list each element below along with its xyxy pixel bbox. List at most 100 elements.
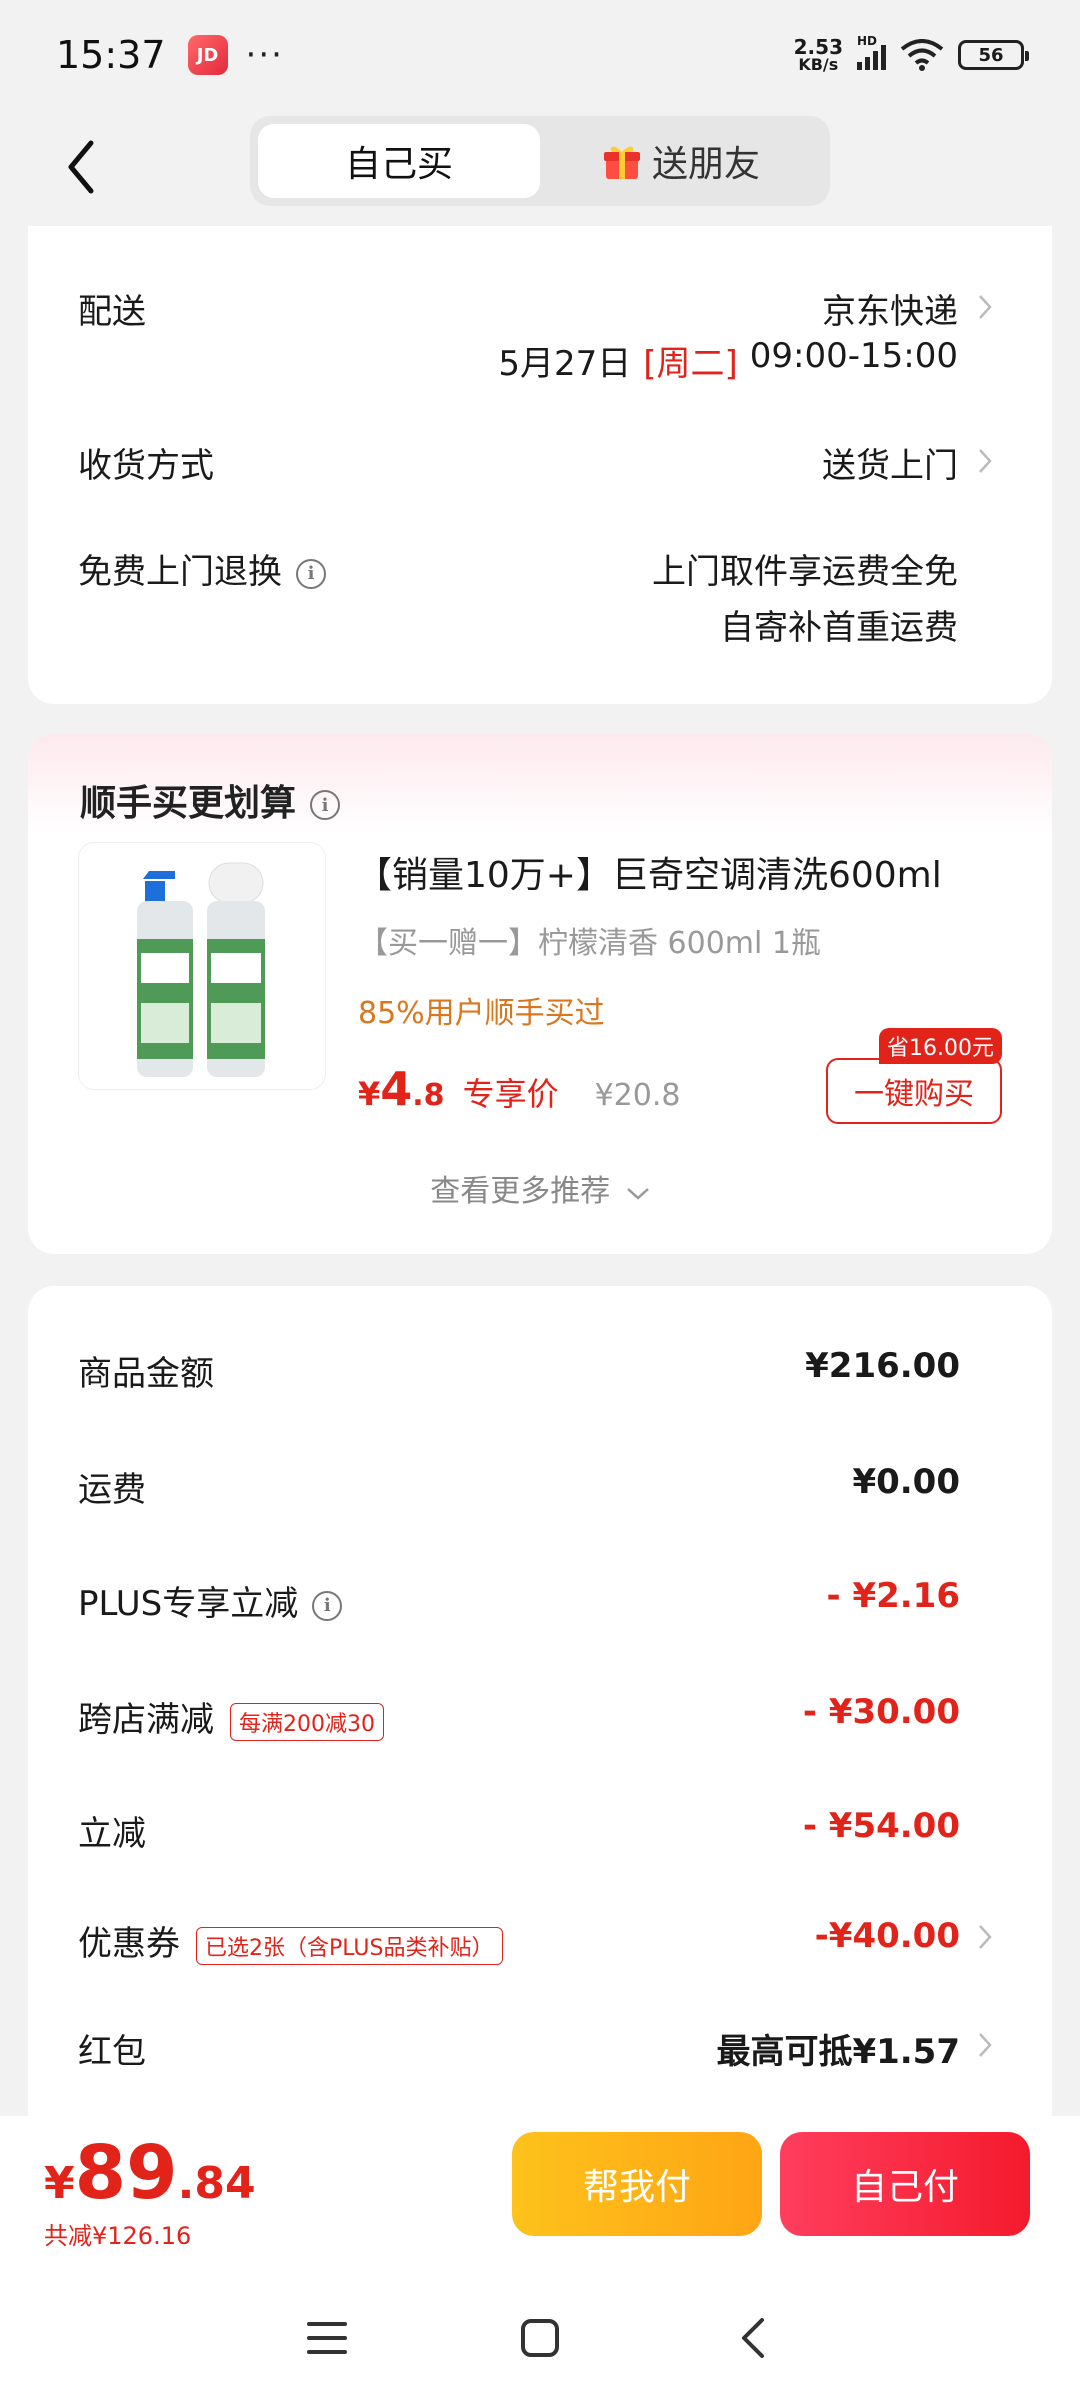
tab-send-friend[interactable]: 送朋友 bbox=[540, 124, 822, 198]
battery-icon: 56 bbox=[958, 40, 1029, 70]
coupon-value: -¥40.00 bbox=[814, 1916, 960, 1956]
coupon-row[interactable]: 优惠券 已选2张（含PLUS品类补贴） -¥40.00 bbox=[28, 1906, 1052, 1966]
free-return-label: 免费上门退换 bbox=[78, 552, 282, 592]
back-button[interactable] bbox=[50, 132, 110, 202]
tab-send-friend-label: 送朋友 bbox=[651, 144, 760, 185]
freight-label: 运费 bbox=[78, 1470, 146, 1510]
product-name[interactable]: 【销量10万+】巨奇空调清洗600ml bbox=[356, 846, 942, 898]
shipping-label: 配送 bbox=[78, 292, 146, 332]
free-return-row: 免费上门退换 i bbox=[78, 544, 326, 593]
freight-row: 运费 ¥0.00 bbox=[28, 1452, 1052, 1512]
free-return-line1: 上门取件享运费全免 bbox=[652, 552, 958, 592]
gift-icon bbox=[603, 146, 640, 179]
home-button[interactable] bbox=[510, 2308, 570, 2368]
cross-store-row: 跨店满减 每满200减30 - ¥30.00 bbox=[28, 1682, 1052, 1742]
info-icon[interactable]: i bbox=[312, 1590, 343, 1621]
back-arrow-icon bbox=[68, 140, 94, 194]
free-return-line2: 自寄补首重运费 bbox=[720, 608, 958, 648]
plus-discount-label-wrap: PLUS专享立减 i bbox=[78, 1576, 343, 1625]
menu-button[interactable] bbox=[297, 2308, 357, 2368]
status-bar: 15:37 JD ··· 2.53 KB/s HD 56 bbox=[0, 0, 1080, 110]
freight-value: ¥0.00 bbox=[852, 1462, 960, 1502]
cross-store-tag: 每满200减30 bbox=[230, 1702, 384, 1741]
social-proof: 85%用户顺手买过 bbox=[358, 996, 605, 1031]
red-packet-value: 最高可抵¥1.57 bbox=[716, 2032, 960, 2072]
shipping-schedule[interactable]: 5月27日 [周二] 09:00-15:00 bbox=[498, 336, 958, 385]
goods-amount-label: 商品金额 bbox=[78, 1354, 214, 1394]
more-recommendations-link[interactable]: 查看更多推荐 bbox=[28, 1166, 1052, 1210]
friend-pay-button[interactable]: 帮我付 bbox=[512, 2132, 762, 2236]
receive-method-value[interactable]: 送货上门 bbox=[822, 438, 958, 487]
status-time: 15:37 bbox=[56, 33, 166, 77]
total-price: ¥ 89 .84 bbox=[44, 2130, 256, 2216]
price-decimal: .8 bbox=[412, 1078, 445, 1113]
home-square-icon bbox=[520, 2319, 559, 2357]
instant-discount-label: 立减 bbox=[78, 1814, 146, 1854]
cross-store-label-wrap: 跨店满减 每满200减30 bbox=[78, 1692, 384, 1741]
tab-buy-self-label: 自己买 bbox=[344, 144, 453, 185]
more-notifications-icon: ··· bbox=[245, 35, 284, 75]
product-spec[interactable]: 【买一赠一】柠檬清香 600ml 1瓶 bbox=[358, 918, 821, 962]
plus-discount-value: - ¥2.16 bbox=[826, 1576, 961, 1616]
price-integer: 4 bbox=[380, 1062, 413, 1116]
shipping-chevron-icon[interactable] bbox=[974, 290, 996, 324]
original-price: ¥20.8 bbox=[594, 1078, 681, 1113]
jd-app-icon: JD bbox=[187, 35, 228, 75]
total-symbol: ¥ bbox=[44, 2158, 75, 2209]
instant-discount-row: 立减 - ¥54.00 bbox=[28, 1796, 1052, 1856]
header: 自己买 送朋友 bbox=[0, 110, 1080, 230]
nav-back-icon bbox=[742, 2318, 765, 2358]
one-click-buy-button[interactable]: 一键购买 bbox=[826, 1058, 1002, 1124]
cross-store-value: - ¥30.00 bbox=[802, 1692, 960, 1732]
goods-amount-row: 商品金额 ¥216.00 bbox=[28, 1336, 1052, 1396]
hd-label: HD bbox=[857, 34, 878, 48]
cross-store-label: 跨店满减 bbox=[78, 1700, 214, 1740]
system-nav-bar bbox=[0, 2276, 1080, 2400]
network-speed-value: 2.53 bbox=[793, 35, 843, 59]
delivery-card: 配送 京东快递 5月27日 [周二] 09:00-15:00 收货方式 送货上门… bbox=[28, 226, 1052, 704]
more-recommendations-label: 查看更多推荐 bbox=[430, 1174, 611, 1209]
recommend-title-row: 顺手买更划算 i bbox=[80, 774, 341, 826]
shipping-time: 09:00-15:00 bbox=[749, 336, 958, 376]
receive-chevron-icon[interactable] bbox=[974, 444, 996, 478]
network-speed: 2.53 KB/s bbox=[794, 37, 843, 73]
product-image[interactable] bbox=[78, 842, 326, 1090]
save-badge: 省16.00元 bbox=[879, 1028, 1002, 1064]
price-tag: 专享价 bbox=[462, 1075, 559, 1113]
info-icon[interactable]: i bbox=[310, 790, 341, 820]
recommend-card: 顺手买更划算 i 【销量10万+】巨奇空调清洗600ml 【买一赠一】柠檬清香 6… bbox=[28, 734, 1052, 1254]
red-packet-label: 红包 bbox=[78, 2032, 146, 2072]
nav-back-button[interactable] bbox=[723, 2308, 783, 2368]
coupon-label: 优惠券 bbox=[78, 1924, 180, 1964]
red-packet-chevron-icon[interactable] bbox=[974, 2028, 996, 2062]
instant-discount-value: - ¥54.00 bbox=[802, 1806, 960, 1846]
plus-discount-label: PLUS专享立减 bbox=[78, 1584, 299, 1624]
signal-icon: HD bbox=[857, 34, 886, 70]
coupon-tag: 已选2张（含PLUS品类补贴） bbox=[196, 1926, 503, 1965]
chevron-down-icon bbox=[626, 1188, 649, 1200]
shipping-method[interactable]: 京东快递 bbox=[822, 284, 958, 333]
total-saved[interactable]: 共减¥126.16 bbox=[44, 2216, 191, 2251]
total-decimal: .84 bbox=[177, 2158, 256, 2209]
total-integer: 89 bbox=[74, 2130, 178, 2216]
menu-icon bbox=[306, 2322, 347, 2354]
network-speed-unit: KB/s bbox=[798, 55, 839, 74]
coupon-label-wrap: 优惠券 已选2张（含PLUS品类补贴） bbox=[78, 1916, 503, 1965]
price-symbol: ¥ bbox=[358, 1075, 381, 1113]
product-price: ¥ 4 .8 专享价 ¥20.8 bbox=[358, 1062, 680, 1116]
spray-bottles-image bbox=[137, 862, 265, 1077]
checkout-bar: ¥ 89 .84 共减¥126.16 帮我付 自己付 bbox=[0, 2116, 1080, 2276]
wifi-icon bbox=[900, 39, 944, 71]
tab-buy-self[interactable]: 自己买 bbox=[258, 124, 540, 198]
red-packet-row[interactable]: 红包 最高可抵¥1.57 bbox=[28, 2014, 1052, 2074]
receive-method-label: 收货方式 bbox=[78, 446, 214, 486]
price-summary-card: 商品金额 ¥216.00 运费 ¥0.00 PLUS专享立减 i - ¥2.16 … bbox=[28, 1286, 1052, 2136]
info-icon[interactable]: i bbox=[296, 558, 326, 589]
shipping-weekday: [周二] bbox=[643, 344, 738, 384]
goods-amount-value: ¥216.00 bbox=[805, 1346, 960, 1386]
purchase-mode-switch: 自己买 送朋友 bbox=[250, 116, 830, 206]
self-pay-button[interactable]: 自己付 bbox=[780, 2132, 1030, 2236]
recommend-title: 顺手买更划算 bbox=[80, 783, 297, 824]
plus-discount-row: PLUS专享立减 i - ¥2.16 bbox=[28, 1566, 1052, 1626]
coupon-chevron-icon[interactable] bbox=[974, 1920, 996, 1954]
